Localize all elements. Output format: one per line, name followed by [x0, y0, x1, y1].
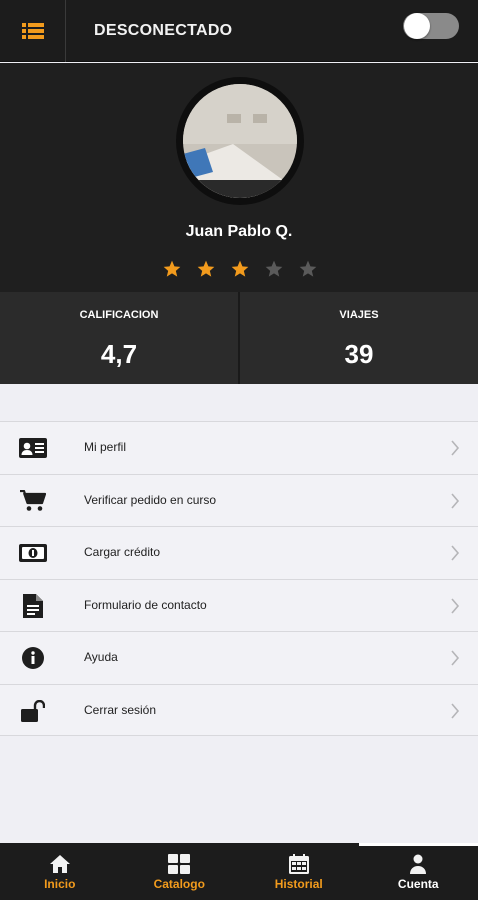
active-tab-indicator: [358, 843, 478, 846]
menu-item-cargar-credito[interactable]: Cargar crédito: [0, 526, 478, 579]
nav-label: Cuenta: [397, 877, 439, 891]
menu-item-verificar-pedido[interactable]: Verificar pedido en curso: [0, 473, 478, 526]
document-icon: [18, 593, 48, 619]
star-icon-filled: [231, 260, 249, 277]
chevron-right-icon: [451, 597, 460, 614]
unlock-icon: [18, 698, 48, 724]
cart-icon: [18, 488, 48, 514]
trips-value: 39: [344, 339, 374, 369]
bottom-nav: Inicio Catalogo Historial Cuenta: [0, 843, 478, 900]
stats-panel: CALIFICACION 4,7 VIAJES 39: [0, 292, 478, 384]
trips-stat: VIAJES 39: [238, 292, 478, 384]
rating-label: CALIFICACION: [79, 309, 159, 321]
rating-value: 4,7: [100, 339, 138, 369]
list-menu-icon: [21, 23, 44, 39]
nav-label: Catalogo: [153, 877, 205, 891]
account-menu: Mi perfil Verificar pedido en curso Carg…: [0, 421, 478, 736]
star-icon-filled: [163, 260, 181, 277]
avatar-photo: [183, 84, 297, 198]
star-icon-empty: [299, 260, 317, 277]
menu-item-label: Cargar crédito: [84, 545, 161, 559]
menu-item-label: Cerrar sesión: [84, 702, 157, 717]
nav-item-inicio[interactable]: Inicio: [0, 843, 120, 900]
calendar-icon: [288, 854, 309, 874]
connection-toggle[interactable]: [403, 13, 459, 39]
nav-item-catalogo[interactable]: Catalogo: [120, 843, 240, 900]
menu-item-label: Ayuda: [84, 650, 118, 664]
trips-label: VIAJES: [339, 309, 379, 321]
user-name: Juan Pablo Q.: [185, 223, 293, 240]
star-icon-empty: [265, 260, 283, 277]
rating-stat: CALIFICACION 4,7: [0, 292, 238, 384]
menu-item-label: Mi perfil: [84, 440, 127, 454]
top-bar: DESCONECTADO: [0, 0, 478, 62]
menu-item-ayuda[interactable]: Ayuda: [0, 631, 478, 684]
menu-item-formulario-contacto[interactable]: Formulario de contacto: [0, 578, 478, 631]
menu-button[interactable]: [0, 0, 66, 62]
chevron-right-icon: [451, 702, 460, 719]
toggle-knob: [404, 13, 430, 39]
chevron-right-icon: [451, 650, 460, 666]
connection-status: DESCONECTADO: [94, 22, 233, 39]
chevron-right-icon: [451, 440, 460, 456]
chevron-right-icon: [451, 545, 460, 561]
nav-label: Historial: [274, 877, 323, 891]
star-icon-filled: [197, 260, 215, 277]
nav-item-historial[interactable]: Historial: [239, 843, 359, 900]
rating-stars: [162, 259, 318, 281]
user-icon: [410, 854, 427, 874]
home-icon: [49, 855, 70, 873]
chevron-right-icon: [451, 492, 460, 509]
info-icon: [18, 645, 48, 671]
menu-item-mi-perfil[interactable]: Mi perfil: [0, 421, 478, 474]
avatar[interactable]: [176, 77, 304, 205]
id-card-icon: [18, 435, 48, 461]
profile-header: Juan Pablo Q.: [0, 63, 478, 292]
grid-icon: [168, 854, 191, 874]
nav-item-cuenta[interactable]: Cuenta: [358, 843, 478, 900]
menu-item-label: Formulario de contacto: [84, 597, 207, 612]
menu-item-cerrar-sesion[interactable]: Cerrar sesión: [0, 683, 478, 736]
menu-item-label: Verificar pedido en curso: [84, 492, 217, 507]
banknote-icon: [18, 540, 48, 566]
nav-label: Inicio: [44, 877, 76, 891]
